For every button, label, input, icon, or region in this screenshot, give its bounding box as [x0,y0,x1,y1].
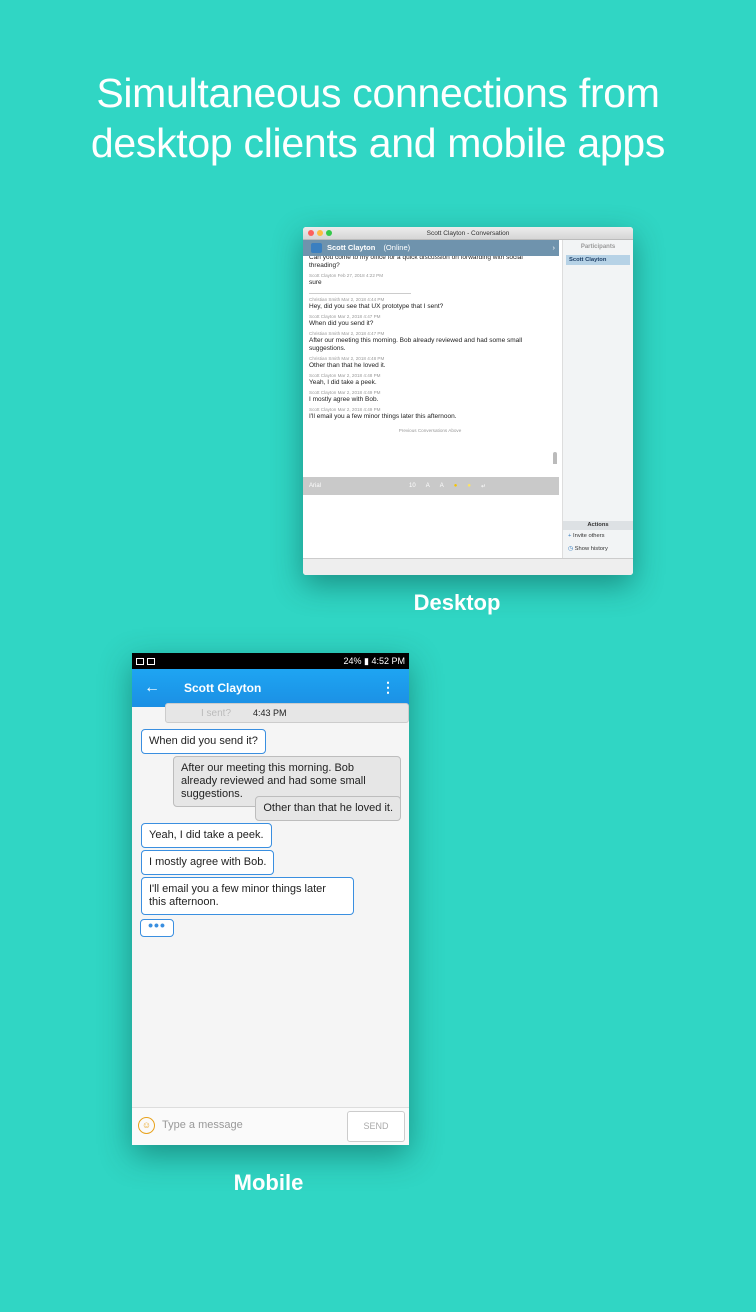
send-arrow-icon[interactable]: ↵ [481,483,486,490]
minimize-window-button[interactable] [317,230,323,236]
app-bar: ← Scott Clayton ⋮ [132,669,409,707]
headline-line-2: desktop clients and mobile apps [90,120,666,166]
message-text: Hey, did you see that UX prototype that … [309,303,444,310]
headline-line-1: Simultaneous connections from [96,70,660,116]
conversation-pane: Scott Clayton (Online) › Can you come to… [303,240,559,571]
window-controls [308,230,332,236]
previous-conversations-note: Previous Conversations Above [398,428,462,433]
history-message: Can you come to my office for a quick di… [309,256,551,270]
participant-item[interactable]: Scott Clayton [566,255,630,265]
message-input[interactable]: Type a message [162,1119,243,1131]
window-titlebar: Scott Clayton - Conversation [303,227,633,240]
emoji-icon[interactable]: ☺ [138,1117,155,1134]
history-icon: ◷ [568,546,575,552]
contact-name: Scott Clayton [327,243,376,252]
message-text: I mostly agree with Bob. [309,396,379,403]
scrollbar[interactable] [553,452,557,464]
close-window-button[interactable] [308,230,314,236]
mobile-label: Mobile [233,1170,304,1195]
participants-header: Participants [580,244,616,250]
window-status-bar [303,558,633,575]
history-message: Scott Clayton Mar 2, 2018 4:49 PM I most… [309,390,551,404]
history-message: Christian Smith Mar 2, 2018 4:44 PM Hey,… [309,297,551,311]
history-message: Christian Smith Mar 2, 2018 4:48 PM Othe… [309,356,551,370]
italic-icon[interactable]: A [440,483,444,489]
previous-message-text: I sent? [201,708,232,719]
participants-panel: Participants Scott Clayton Actions + Inv… [562,240,633,558]
conversation-header: Scott Clayton (Online) › [303,240,559,256]
message-text: sure [309,279,322,286]
previous-message-bubble: I sent? 4:43 PM [165,703,409,723]
status-indicators: 24% ▮ 4:52 PM [343,655,405,666]
back-arrow-icon[interactable]: ← [132,679,172,697]
mobile-screen: 24% ▮ 4:52 PM ← Scott Clayton ⋮ I sent? … [132,653,409,1145]
history-message: Christian Smith Mar 2, 2018 4:47 PM Afte… [309,331,551,353]
desktop-window: Scott Clayton - Conversation Scott Clayt… [303,227,633,575]
font-select[interactable]: Arial [309,483,399,489]
incoming-message: Yeah, I did take a peek. [141,823,272,848]
outgoing-message: Other than that he loved it. [255,796,401,821]
message-text: Yeah, I did take a peek. [309,379,377,386]
invite-others-link[interactable]: + Invite others [568,533,605,539]
message-text: Can you come to my office for a quick di… [309,256,523,269]
divider [309,293,411,294]
incoming-message: When did you send it? [141,729,266,754]
notification-icons [136,657,155,665]
message-text: I'll email you a few minor things later … [309,413,457,420]
chat-area[interactable]: I sent? 4:43 PM When did you send it? Af… [132,703,409,1107]
mail-notification-icon [147,657,155,665]
conversation-history[interactable]: Can you come to my office for a quick di… [303,256,559,464]
chevron-right-icon[interactable]: › [553,240,556,256]
history-message: Scott Clayton Mar 2, 2018 4:49 PM I'll e… [309,407,551,421]
message-text: After our meeting this morning. Bob alre… [309,337,523,352]
android-status-bar: 24% ▮ 4:52 PM [132,653,409,669]
desktop-label: Desktop [413,590,501,615]
conversation-title: Scott Clayton [184,681,262,695]
history-message: Scott Clayton Feb 27, 2018 4:22 PM sure [309,273,551,287]
message-time: 4:43 PM [253,708,287,718]
history-message: Scott Clayton Mar 2, 2018 4:48 PM Yeah, … [309,373,551,387]
color-icon[interactable]: ● [454,483,458,489]
contact-status: (Online) [383,243,411,252]
bold-icon[interactable]: A [426,483,430,489]
incoming-message: I'll email you a few minor things later … [141,877,354,915]
invite-label: Invite others [573,533,605,539]
contact-avatar-icon [311,243,322,253]
emoji-icon[interactable]: ● [467,483,471,489]
incoming-message: I mostly agree with Bob. [141,850,275,875]
typing-indicator: ••• [140,918,174,937]
history-label: Show history [574,546,608,552]
message-text: When did you send it? [309,320,374,327]
message-text: Other than that he loved it. [309,362,386,369]
show-history-link[interactable]: ◷ Show history [568,546,608,552]
headline: Simultaneous connections from desktop cl… [0,68,756,168]
message-input-bar: ☺ Type a message SEND [132,1107,409,1145]
more-options-icon[interactable]: ⋮ [381,679,395,696]
zoom-window-button[interactable] [326,230,332,236]
image-notification-icon [136,657,144,665]
send-button[interactable]: SEND [347,1111,405,1142]
actions-header[interactable]: Actions [563,521,633,530]
window-title: Scott Clayton - Conversation [426,230,510,237]
history-message: Scott Clayton Mar 2, 2018 4:47 PM When d… [309,314,551,328]
font-size-select[interactable]: 10 [409,483,416,489]
format-toolbar: Arial 10 A A ● ● ↵ [303,477,559,495]
